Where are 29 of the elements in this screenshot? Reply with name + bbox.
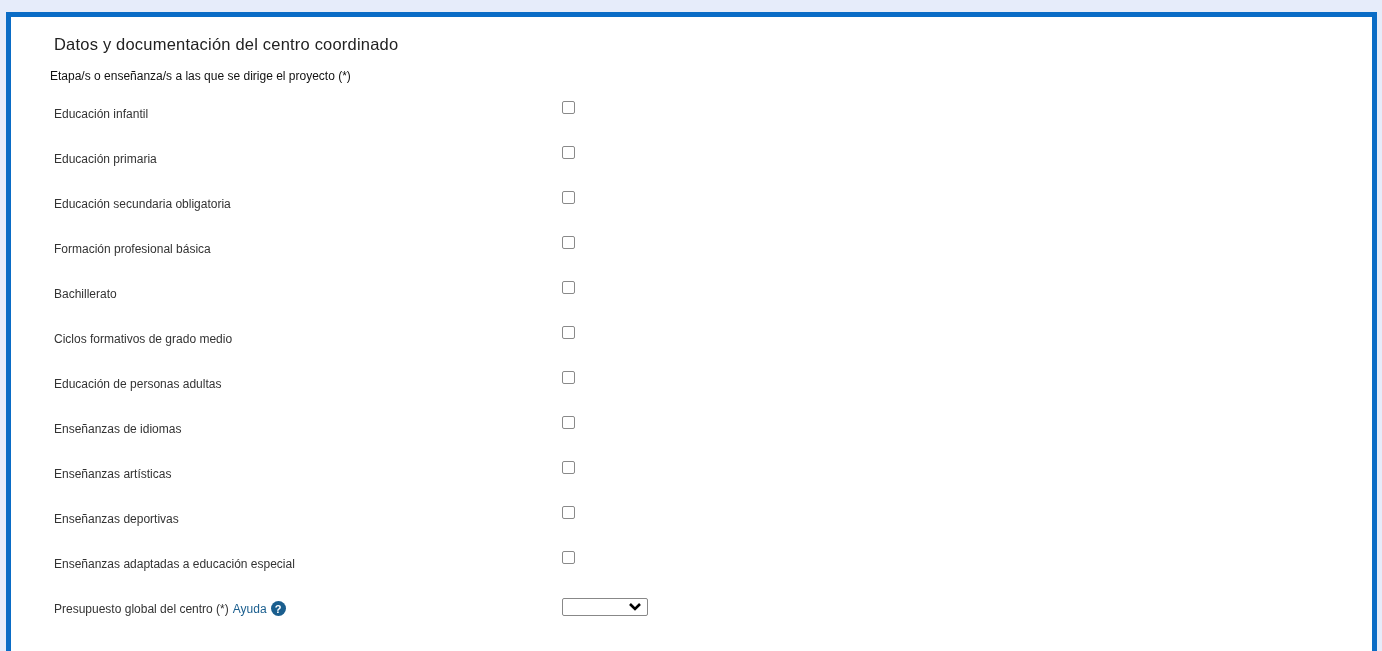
option-label: Enseñanzas artísticas [54,465,173,481]
option-label: Bachillerato [54,285,118,301]
checkbox[interactable] [562,146,575,159]
option-label: Educación secundaria obligatoria [54,195,232,211]
checkbox[interactable] [562,101,575,114]
checkbox[interactable] [562,551,575,564]
checkbox[interactable] [562,191,575,204]
checkbox[interactable] [562,416,575,429]
option-label: Enseñanzas adaptadas a educación especial [54,555,296,571]
option-label: Enseñanzas de idiomas [54,420,183,436]
option-label: Educación primaria [54,150,158,166]
option-label: Enseñanzas deportivas [54,510,180,526]
question-label: Etapa/s o enseñanza/s a las que se dirige el proyecto (*) [50,69,352,85]
option-label: Formación profesional básica [54,240,212,256]
budget-dropdown[interactable] [562,597,648,616]
checkbox[interactable] [562,236,575,249]
checkbox[interactable] [562,326,575,339]
budget-label: Presupuesto global del centro (*) [54,601,229,616]
help-icon[interactable]: ? [270,601,286,616]
checkbox[interactable] [562,371,575,384]
checkbox[interactable] [562,281,575,294]
checkbox[interactable] [562,506,575,519]
option-label: Educación de personas adultas [54,375,223,391]
chevron-down-icon [629,602,641,611]
help-link[interactable]: Ayuda [232,601,267,616]
section-title: Datos y documentación del centro coordinado [54,35,400,55]
option-label: Educación infantil [54,105,150,121]
option-label: Ciclos formativos de grado medio [54,330,234,346]
checkbox[interactable] [562,461,575,474]
